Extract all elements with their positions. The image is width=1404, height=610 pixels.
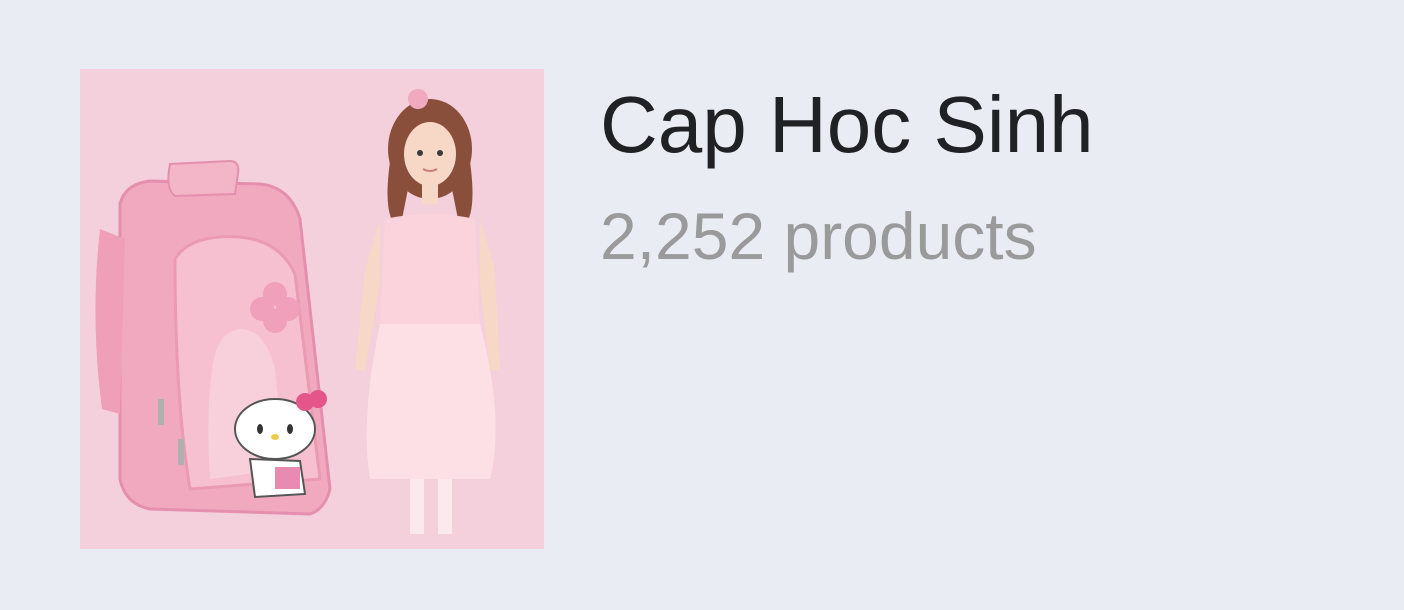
- collection-title[interactable]: Cap Hoc Sinh: [600, 80, 1094, 170]
- product-image-backpack-girl-icon: [80, 69, 544, 549]
- product-count: 2,252 products: [600, 199, 1037, 273]
- collection-card[interactable]: Cap Hoc Sinh 2,252 products: [0, 0, 1404, 610]
- collection-thumbnail[interactable]: [80, 69, 544, 549]
